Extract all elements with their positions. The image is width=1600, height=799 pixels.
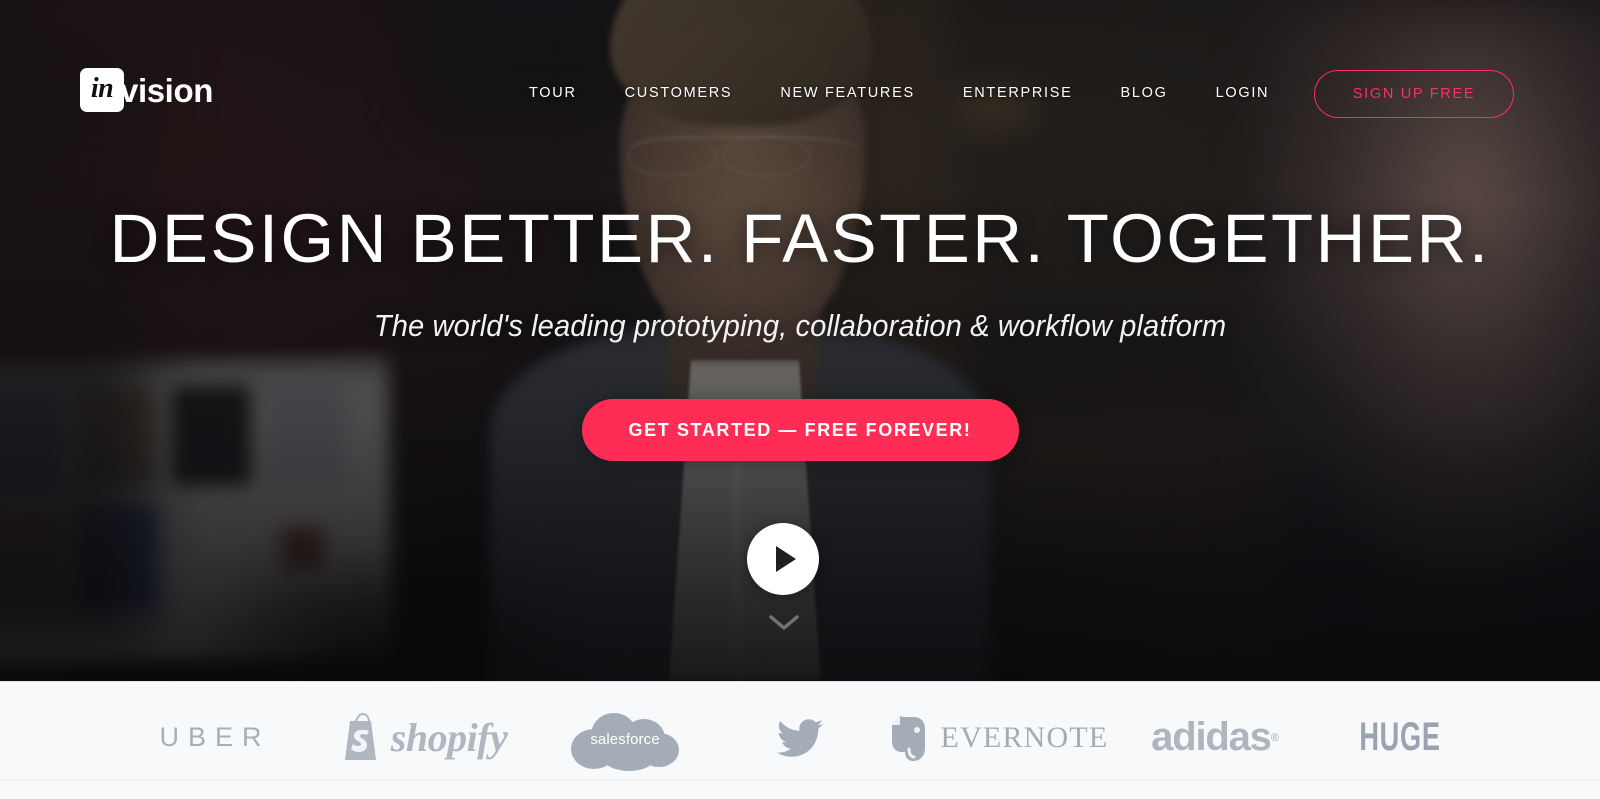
adidas-logo[interactable]: adidas ® [1115, 703, 1315, 773]
hero-cta-wrapper: GET STARTED — FREE FOREVER! [0, 399, 1600, 461]
sign-up-free-button[interactable]: SIGN UP FREE [1314, 70, 1514, 118]
salesforce-wordmark: salesforce [590, 731, 660, 748]
adidas-registered-mark: ® [1270, 731, 1279, 744]
twitter-logo[interactable] [720, 703, 880, 773]
site-header: in vision TOUR CUSTOMERS NEW FEATURES EN… [0, 0, 1600, 170]
evernote-elephant-icon [891, 715, 925, 761]
shopify-logo[interactable]: shopify [315, 703, 530, 773]
shopify-bag-icon [344, 712, 376, 760]
salesforce-cloud-icon: salesforce [569, 709, 681, 771]
evernote-wordmark: EVERNOTE [940, 720, 1109, 754]
nav-new-features[interactable]: NEW FEATURES [756, 78, 939, 108]
invision-landing-page: in vision TOUR CUSTOMERS NEW FEATURES EN… [0, 0, 1600, 799]
invision-logo-wordmark: vision [120, 71, 213, 109]
nav-tour[interactable]: TOUR [505, 78, 601, 108]
get-started-button[interactable]: GET STARTED — FREE FOREVER! [581, 399, 1019, 461]
play-triangle-icon [776, 546, 796, 572]
customer-logo-bar: UBER shopify salesforce EVERNOTE adidas … [0, 681, 1600, 799]
nav-customers[interactable]: CUSTOMERS [601, 78, 757, 108]
huge-logo[interactable]: HUGE [1342, 703, 1458, 773]
uber-logo[interactable]: UBER [115, 703, 315, 773]
invision-logo[interactable]: in vision [80, 68, 213, 112]
salesforce-logo[interactable]: salesforce [530, 703, 720, 773]
invision-logo-mark: in [80, 68, 124, 112]
twitter-bird-icon [777, 718, 823, 757]
nav-enterprise[interactable]: ENTERPRISE [939, 78, 1097, 108]
nav-login[interactable]: LOGIN [1192, 78, 1294, 108]
evernote-logo[interactable]: EVERNOTE [880, 703, 1115, 773]
adidas-wordmark: adidas [1151, 715, 1272, 759]
chevron-down-icon[interactable] [768, 612, 800, 634]
play-icon[interactable] [747, 523, 819, 595]
main-navigation: TOUR CUSTOMERS NEW FEATURES ENTERPRISE B… [505, 78, 1293, 108]
hero-subheadline: The world's leading prototyping, collabo… [373, 308, 1227, 343]
nav-blog[interactable]: BLOG [1097, 78, 1192, 108]
hero-headline: DESIGN BETTER. FASTER. TOGETHER. [109, 200, 1491, 277]
shopify-wordmark: shopify [390, 715, 508, 760]
